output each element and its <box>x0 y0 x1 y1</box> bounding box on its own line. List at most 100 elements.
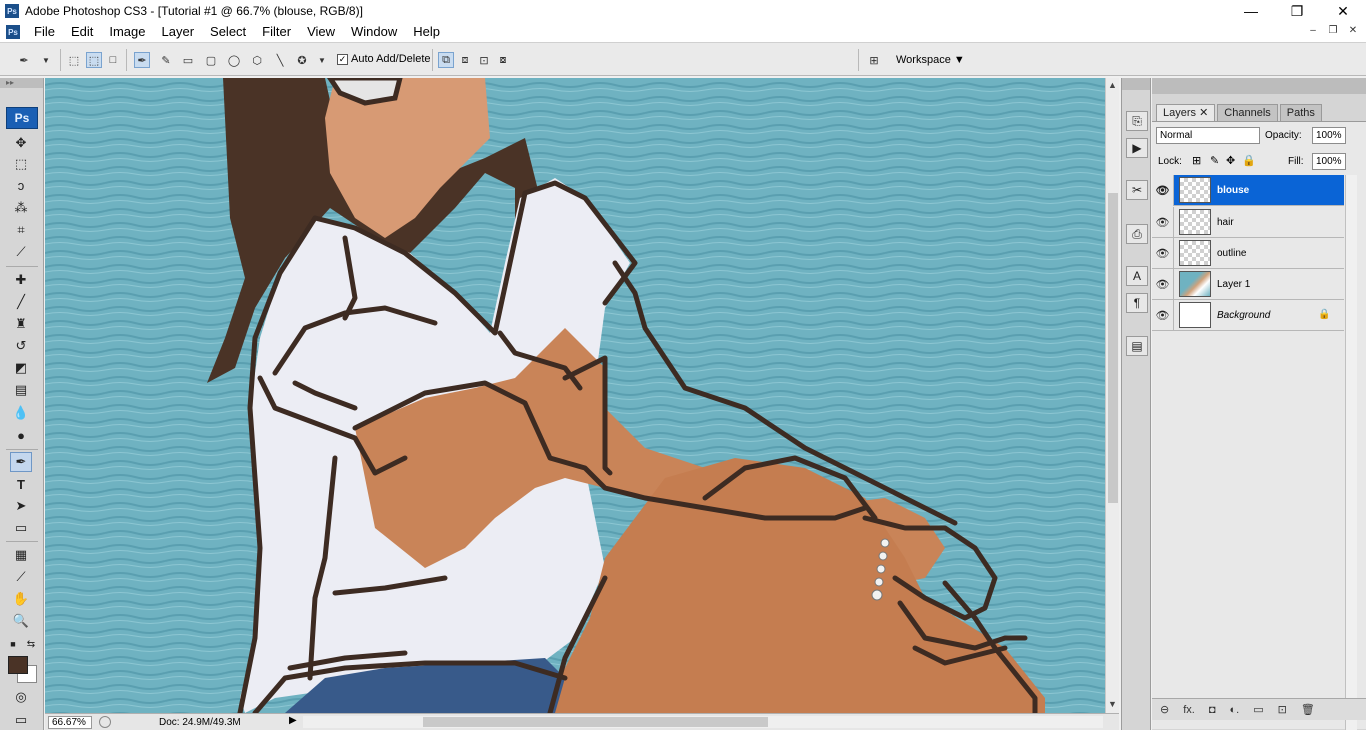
character-icon[interactable]: A <box>1126 266 1148 286</box>
zoom-tool-icon[interactable]: 🔍 <box>10 611 32 631</box>
ellipse-icon[interactable]: ◯ <box>226 52 242 68</box>
adjustment-layer-icon[interactable]: ◐. <box>1230 704 1240 716</box>
default-colors-icon[interactable]: ■ <box>6 634 20 654</box>
link-layers-icon[interactable]: ⊖ <box>1160 703 1169 716</box>
polygon-icon[interactable]: ⬡ <box>249 52 265 68</box>
menu-image[interactable]: Image <box>101 22 153 42</box>
eraser-tool-icon[interactable]: ◩ <box>10 358 32 378</box>
freeform-pen-icon[interactable]: ✎ <box>158 52 174 68</box>
vertical-scroll-thumb[interactable] <box>1108 193 1118 503</box>
blend-mode-select[interactable]: Normal <box>1156 127 1260 144</box>
lock-transparency-icon[interactable]: ⊞ <box>1192 154 1201 167</box>
layer-row-background[interactable]: 👁 Background 🔒 <box>1152 299 1344 331</box>
history-brush-icon[interactable]: ↺ <box>10 336 32 356</box>
preset-dropdown-icon[interactable]: ▼ <box>38 52 54 68</box>
menu-window[interactable]: Window <box>343 22 405 42</box>
document-icon[interactable]: Ps <box>6 25 20 39</box>
shape-layers-icon[interactable]: ⬚ <box>66 52 82 68</box>
exclude-path-icon[interactable]: ⧇ <box>495 52 511 68</box>
doc-minimize-button[interactable]: – <box>1306 25 1320 37</box>
visibility-eye-icon[interactable]: 👁 <box>1152 174 1174 206</box>
status-menu-arrow-icon[interactable]: ▶ <box>289 715 297 726</box>
clone-stamp-icon[interactable]: ♜ <box>10 314 32 334</box>
new-group-icon[interactable]: ▭ <box>1253 703 1263 716</box>
zoom-level-field[interactable]: 66.67% <box>48 716 92 729</box>
workspace-menu[interactable]: Workspace ▼ <box>896 51 965 69</box>
pen-icon[interactable]: ✒ <box>134 52 150 68</box>
visibility-eye-icon[interactable]: 👁 <box>1152 206 1174 238</box>
slice-tool-icon[interactable]: ⟋ <box>10 242 32 262</box>
crop-tool-icon[interactable]: ⌗ <box>10 220 32 240</box>
doc-close-button[interactable]: ✕ <box>1346 25 1360 37</box>
minimize-button[interactable]: — <box>1228 0 1274 22</box>
swap-colors-icon[interactable]: ⇆ <box>24 634 38 654</box>
visibility-eye-icon[interactable]: 👁 <box>1152 268 1174 300</box>
lock-position-icon[interactable]: ✥ <box>1226 154 1235 167</box>
tab-channels[interactable]: Channels <box>1217 104 1278 121</box>
menu-select[interactable]: Select <box>202 22 254 42</box>
menu-edit[interactable]: Edit <box>63 22 101 42</box>
add-to-path-icon[interactable]: ⧉ <box>438 52 454 68</box>
close-button[interactable]: ✕ <box>1320 0 1366 22</box>
rectangle-shape-icon[interactable]: ▭ <box>180 52 196 68</box>
document-canvas[interactable] <box>45 78 1105 713</box>
lasso-tool-icon[interactable]: ↄ <box>10 175 32 195</box>
visibility-eye-icon[interactable]: 👁 <box>1152 299 1174 331</box>
pen-tool-icon[interactable]: ✒ <box>10 452 32 472</box>
dock-grip[interactable] <box>1122 78 1150 90</box>
fill-field[interactable]: 100% <box>1312 153 1346 170</box>
lock-image-icon[interactable]: ✎ <box>1210 154 1219 167</box>
gradient-tool-icon[interactable]: ▤ <box>10 380 32 400</box>
brush-tool-icon[interactable]: ╱ <box>10 292 32 312</box>
pen-tool-preset-icon[interactable]: ✒ <box>16 52 32 68</box>
layers-scrollbar[interactable] <box>1345 175 1357 730</box>
layer-row-outline[interactable]: 👁 outline <box>1152 237 1344 269</box>
menu-filter[interactable]: Filter <box>254 22 299 42</box>
notes-tool-icon[interactable]: ▦ <box>10 545 32 565</box>
info-panel-icon[interactable]: ▤ <box>1126 336 1148 356</box>
marquee-tool-icon[interactable]: ⬚ <box>10 154 32 174</box>
maximize-button[interactable]: ❐ <box>1274 0 1320 22</box>
menu-view[interactable]: View <box>299 22 343 42</box>
layer-row-hair[interactable]: 👁 hair <box>1152 206 1344 238</box>
menu-help[interactable]: Help <box>405 22 448 42</box>
actions-icon[interactable]: ▶ <box>1126 138 1148 158</box>
delete-layer-icon[interactable]: 🗑 <box>1301 703 1315 716</box>
lock-all-icon[interactable]: 🔒 <box>1242 154 1256 167</box>
panel-grip[interactable] <box>1152 78 1366 94</box>
toolbox-grip[interactable]: ▸▸ <box>0 78 43 88</box>
tab-paths[interactable]: Paths <box>1279 104 1322 121</box>
fx-icon[interactable]: fx. <box>1183 704 1195 716</box>
tab-layers[interactable]: Layers ✕ <box>1156 104 1216 121</box>
status-info-icon[interactable] <box>99 716 111 728</box>
path-selection-icon[interactable]: ➤ <box>10 496 32 516</box>
healing-brush-icon[interactable]: ✚ <box>10 270 32 290</box>
paragraph-icon[interactable]: ¶ <box>1126 293 1148 313</box>
menu-layer[interactable]: Layer <box>154 22 203 42</box>
subtract-path-icon[interactable]: ⧈ <box>457 52 473 68</box>
foreground-color-swatch[interactable] <box>8 656 28 674</box>
intersect-path-icon[interactable]: ⊡ <box>476 52 492 68</box>
screen-mode-icon[interactable]: ▭ <box>10 710 32 730</box>
tool-presets-icon[interactable]: ✂ <box>1126 180 1148 200</box>
menu-file[interactable]: File <box>26 22 63 42</box>
visibility-eye-icon[interactable]: 👁 <box>1152 237 1174 269</box>
scroll-down-icon[interactable]: ▼ <box>1108 699 1117 709</box>
layer-row-layer-1[interactable]: 👁 Layer 1 <box>1152 268 1344 300</box>
blur-tool-icon[interactable]: 💧 <box>10 403 32 423</box>
vertical-scrollbar[interactable]: ▲ ▼ <box>1105 78 1119 713</box>
hand-tool-icon[interactable]: ✋ <box>10 589 32 609</box>
quick-mask-icon[interactable]: ◎ <box>10 687 32 707</box>
rounded-rectangle-icon[interactable]: ▢ <box>203 52 219 68</box>
type-tool-icon[interactable]: T <box>10 474 32 494</box>
fill-pixels-icon[interactable]: □ <box>105 52 121 68</box>
shape-tool-icon[interactable]: ▭ <box>10 518 32 538</box>
horizontal-scroll-thumb[interactable] <box>423 717 768 727</box>
paths-mode-icon[interactable]: ⬚ <box>86 52 102 68</box>
eyedropper-tool-icon[interactable]: ⟋ <box>10 567 32 587</box>
doc-restore-button[interactable]: ❐ <box>1326 25 1340 37</box>
geometry-options-icon[interactable]: ▼ <box>314 52 330 68</box>
auto-add-delete-checkbox[interactable]: ✓ Auto Add/Delete <box>337 53 431 65</box>
layer-row-blouse[interactable]: 👁 blouse <box>1152 174 1344 206</box>
navigator-icon[interactable]: ⎘ <box>1126 111 1148 131</box>
